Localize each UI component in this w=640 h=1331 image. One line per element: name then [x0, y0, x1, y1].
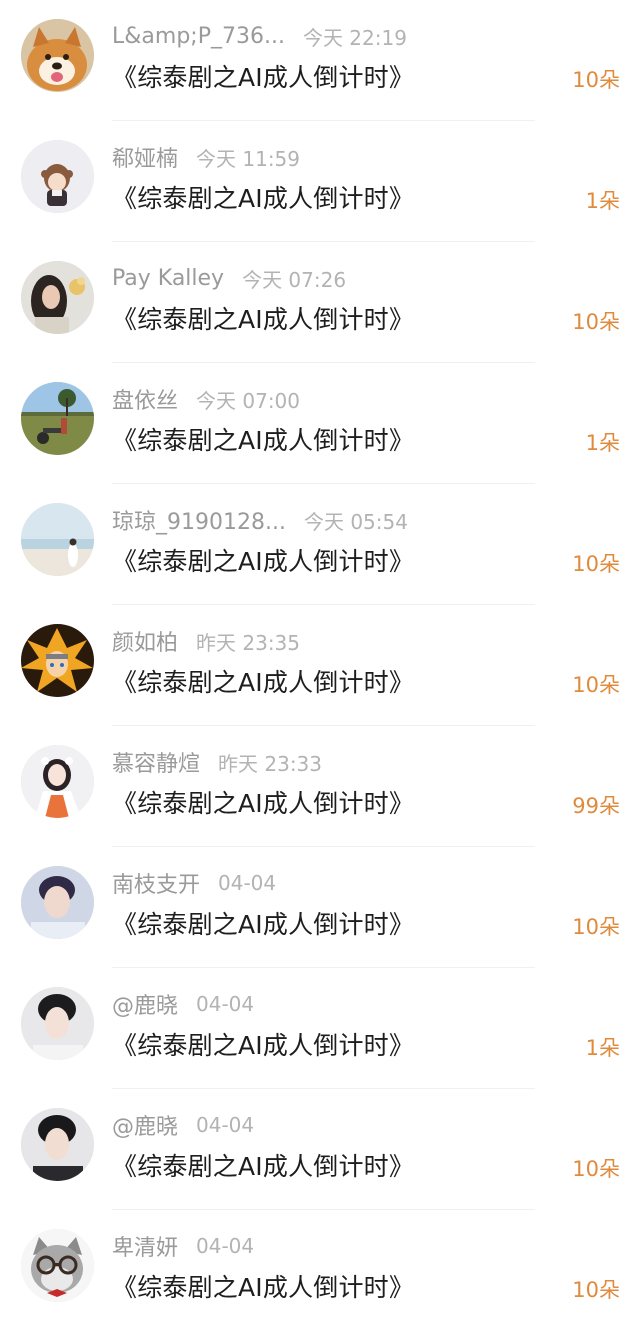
sender-name[interactable]: 慕容静煊: [112, 746, 200, 778]
sender-name[interactable]: 南枝支开: [112, 867, 200, 899]
gift-title: 《综泰剧之AI成人倒计时》: [112, 305, 415, 334]
gift-record-row[interactable]: L&amp;P_736... 今天 22:19 《综泰剧之AI成人倒计时》 10…: [0, 0, 640, 121]
sender-name[interactable]: 琼琼_9190128...: [112, 504, 286, 536]
record-meta: 琼琼_9190128... 今天 05:54: [112, 504, 408, 536]
gift-record-row[interactable]: 颜如柏 昨天 23:35 《综泰剧之AI成人倒计时》 10朵: [0, 605, 640, 726]
send-time: 04-04: [196, 1113, 255, 1137]
send-time: 昨天 23:35: [196, 630, 301, 655]
flower-count: 99朵: [572, 794, 620, 818]
sender-name[interactable]: 卑清妍: [112, 1230, 178, 1262]
gift-record-row[interactable]: 南枝支开 04-04 《综泰剧之AI成人倒计时》 10朵: [0, 847, 640, 968]
gift-record-row[interactable]: Pay Kalley 今天 07:26 《综泰剧之AI成人倒计时》 10朵: [0, 242, 640, 363]
costume-girl-avatar[interactable]: [21, 745, 94, 818]
man-portrait-avatar[interactable]: [21, 866, 94, 939]
record-meta: 盘依丝 今天 07:00: [112, 383, 301, 415]
flower-count: 10朵: [572, 1278, 620, 1302]
send-time: 今天 07:26: [242, 267, 347, 292]
send-time: 04-04: [196, 992, 255, 1016]
record-meta: @鹿晓 04-04: [112, 988, 255, 1020]
record-meta: 郗娅楠 今天 11:59: [112, 141, 301, 173]
grassland-scooter-avatar[interactable]: [21, 382, 94, 455]
flower-count: 1朵: [585, 431, 620, 455]
flower-count: 10朵: [572, 68, 620, 92]
flower-count: 10朵: [572, 673, 620, 697]
man-portrait-avatar[interactable]: [21, 1108, 94, 1181]
sender-name[interactable]: 颜如柏: [112, 625, 178, 657]
gift-record-row[interactable]: 琼琼_9190128... 今天 05:54 《综泰剧之AI成人倒计时》 10朵: [0, 484, 640, 605]
send-time: 今天 07:00: [196, 388, 301, 413]
gift-title: 《综泰剧之AI成人倒计时》: [112, 426, 415, 455]
man-portrait-avatar[interactable]: [21, 987, 94, 1060]
beach-figure-avatar[interactable]: [21, 503, 94, 576]
sender-name[interactable]: Pay Kalley: [112, 266, 224, 291]
sender-name[interactable]: @鹿晓: [112, 988, 178, 1020]
sender-name[interactable]: 郗娅楠: [112, 141, 178, 173]
gift-record-row[interactable]: @鹿晓 04-04 《综泰剧之AI成人倒计时》 1朵: [0, 968, 640, 1089]
send-time: 今天 05:54: [303, 509, 408, 534]
anime-character-avatar[interactable]: [21, 624, 94, 697]
send-time: 今天 22:19: [302, 25, 407, 50]
send-time: 今天 11:59: [196, 146, 301, 171]
gift-record-list: L&amp;P_736... 今天 22:19 《综泰剧之AI成人倒计时》 10…: [0, 0, 640, 1331]
flower-count: 1朵: [585, 1036, 620, 1060]
record-meta: L&amp;P_736... 今天 22:19: [112, 22, 407, 50]
anime-girl-avatar[interactable]: [21, 140, 94, 213]
sender-name[interactable]: @鹿晓: [112, 1109, 178, 1141]
send-time: 昨天 23:33: [218, 751, 323, 776]
sender-name[interactable]: 盘依丝: [112, 383, 178, 415]
shiba-dog-avatar[interactable]: [21, 19, 94, 92]
gift-record-row[interactable]: 盘依丝 今天 07:00 《综泰剧之AI成人倒计时》 1朵: [0, 363, 640, 484]
gift-record-row[interactable]: 郗娅楠 今天 11:59 《综泰剧之AI成人倒计时》 1朵: [0, 121, 640, 242]
gift-title: 《综泰剧之AI成人倒计时》: [112, 789, 415, 818]
gift-title: 《综泰剧之AI成人倒计时》: [112, 910, 415, 939]
glasses-cat-avatar[interactable]: [21, 1229, 94, 1302]
record-meta: 慕容静煊 昨天 23:33: [112, 746, 323, 778]
flower-count: 10朵: [572, 1157, 620, 1181]
flower-count: 10朵: [572, 310, 620, 334]
gift-record-row[interactable]: @鹿晓 04-04 《综泰剧之AI成人倒计时》 10朵: [0, 1089, 640, 1210]
send-time: 04-04: [218, 871, 277, 895]
woman-portrait-avatar[interactable]: [21, 261, 94, 334]
gift-record-row[interactable]: 慕容静煊 昨天 23:33 《综泰剧之AI成人倒计时》 99朵: [0, 726, 640, 847]
record-meta: @鹿晓 04-04: [112, 1109, 255, 1141]
record-meta: 颜如柏 昨天 23:35: [112, 625, 301, 657]
sender-name[interactable]: L&amp;P_736...: [112, 24, 285, 49]
record-meta: 卑清妍 04-04: [112, 1230, 255, 1262]
gift-title: 《综泰剧之AI成人倒计时》: [112, 184, 415, 213]
gift-title: 《综泰剧之AI成人倒计时》: [112, 1152, 415, 1181]
flower-count: 10朵: [572, 915, 620, 939]
gift-title: 《综泰剧之AI成人倒计时》: [112, 63, 415, 92]
flower-count: 1朵: [585, 189, 620, 213]
gift-title: 《综泰剧之AI成人倒计时》: [112, 1031, 415, 1060]
gift-record-row[interactable]: 卑清妍 04-04 《综泰剧之AI成人倒计时》 10朵: [0, 1210, 640, 1331]
record-meta: 南枝支开 04-04: [112, 867, 277, 899]
gift-title: 《综泰剧之AI成人倒计时》: [112, 547, 415, 576]
record-meta: Pay Kalley 今天 07:26: [112, 264, 346, 292]
gift-title: 《综泰剧之AI成人倒计时》: [112, 1273, 415, 1302]
send-time: 04-04: [196, 1234, 255, 1258]
flower-count: 10朵: [572, 552, 620, 576]
gift-title: 《综泰剧之AI成人倒计时》: [112, 668, 415, 697]
